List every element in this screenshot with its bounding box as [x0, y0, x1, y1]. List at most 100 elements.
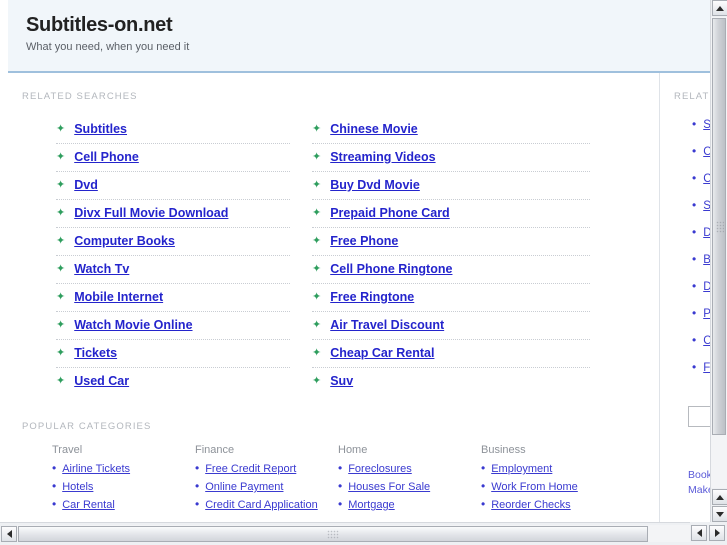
sidebar-item[interactable]: • Chinese Movie [692, 145, 710, 158]
related-search-link[interactable]: Mobile Internet [74, 290, 163, 304]
related-search-item[interactable]: ✦ Tickets [56, 340, 290, 368]
related-search-link[interactable]: Prepaid Phone Card [330, 206, 449, 220]
related-search-link[interactable]: Watch Movie Online [74, 318, 192, 332]
category-link[interactable]: Car Rental [62, 499, 115, 511]
sidebar-item[interactable]: • Buy Dvd Movie [692, 253, 710, 266]
category-link[interactable]: Houses For Sale [348, 481, 430, 493]
sidebar-link[interactable]: Chinese Movie [703, 146, 710, 158]
sidebar-item[interactable]: • Streaming Videos [692, 199, 710, 212]
category-item[interactable]: • Mortgage [338, 498, 481, 511]
related-search-link[interactable]: Air Travel Discount [330, 318, 444, 332]
sidebar-item[interactable]: • Divx Full Movie Download [692, 280, 710, 293]
related-search-item[interactable]: ✦ Prepaid Phone Card [312, 200, 590, 228]
related-search-item[interactable]: ✦ Free Ringtone [312, 284, 590, 312]
category-link[interactable]: Hotels [62, 481, 93, 493]
related-search-link[interactable]: Tickets [74, 346, 117, 360]
category-link[interactable]: Credit Card Application [205, 499, 318, 511]
category-link[interactable]: Airline Tickets [62, 463, 130, 475]
category-link[interactable]: Work From Home [491, 481, 578, 493]
horizontal-scrollbar-thumb[interactable] [18, 526, 648, 542]
category-item[interactable]: • Online Payment [195, 480, 338, 493]
related-search-link[interactable]: Cheap Car Rental [330, 346, 434, 360]
sidebar-link[interactable]: Subtitles [703, 119, 710, 131]
category-link[interactable]: Free Credit Report [205, 463, 296, 475]
sidebar-item[interactable]: • Subtitles [692, 118, 710, 131]
sidebar-item[interactable]: • Free Phone [692, 361, 710, 374]
related-search-item[interactable]: ✦ Chinese Movie [312, 116, 590, 144]
related-search-link[interactable]: Free Ringtone [330, 290, 414, 304]
category-item[interactable]: • Hotels [52, 480, 195, 493]
category-item[interactable]: • Credit Card Application [195, 498, 338, 511]
sidebar-link[interactable]: Cell Phone [703, 173, 710, 185]
scroll-down-button[interactable] [712, 506, 727, 522]
vertical-scrollbar-thumb[interactable] [712, 18, 726, 435]
sidebar-search-input[interactable] [688, 406, 710, 427]
category-item[interactable]: • Employment [481, 462, 624, 475]
bookmark-page-link[interactable]: Bookmark this page [688, 469, 710, 481]
arrow-bullet-icon: ✦ [56, 318, 66, 331]
related-search-link[interactable]: Streaming Videos [330, 150, 435, 164]
sidebar-item[interactable]: • Dvd [692, 226, 710, 239]
related-search-link[interactable]: Cell Phone Ringtone [330, 262, 452, 276]
make-homepage-link[interactable]: Make this my homepage [688, 484, 710, 496]
sidebar-item[interactable]: • Computer Books [692, 334, 710, 347]
category-item[interactable]: • Foreclosures [338, 462, 481, 475]
related-search-item[interactable]: ✦ Streaming Videos [312, 144, 590, 172]
category-link[interactable]: Online Payment [205, 481, 283, 493]
related-search-item[interactable]: ✦ Cheap Car Rental [312, 340, 590, 368]
related-search-link[interactable]: Chinese Movie [330, 122, 418, 136]
category-link[interactable]: Mortgage [348, 499, 394, 511]
related-search-item[interactable]: ✦ Mobile Internet [56, 284, 290, 312]
category-link[interactable]: Foreclosures [348, 463, 412, 475]
related-search-item[interactable]: ✦ Air Travel Discount [312, 312, 590, 340]
related-search-link[interactable]: Dvd [74, 178, 98, 192]
sidebar-item[interactable]: • Cell Phone [692, 172, 710, 185]
related-search-link[interactable]: Cell Phone [74, 150, 139, 164]
category-item[interactable]: • Car Rental [52, 498, 195, 511]
related-search-item[interactable]: ✦ Cell Phone [56, 144, 290, 172]
sidebar-link[interactable]: Divx Full Movie Download [703, 281, 710, 293]
related-search-item[interactable]: ✦ Subtitles [56, 116, 290, 144]
scroll-right-button[interactable] [709, 525, 725, 541]
sidebar-link[interactable]: Prepaid Phone Card [703, 308, 710, 320]
sidebar-link[interactable]: Free Phone [703, 362, 710, 374]
scroll-left-button-corner[interactable] [691, 525, 707, 541]
scroll-left-button[interactable] [1, 526, 17, 542]
sidebar-link[interactable]: Buy Dvd Movie [703, 254, 710, 266]
sidebar-item[interactable]: • Prepaid Phone Card [692, 307, 710, 320]
scroll-up-button[interactable] [712, 0, 727, 16]
related-search-item[interactable]: ✦ Used Car [56, 368, 290, 395]
scroll-up-button-bottom[interactable] [712, 489, 727, 505]
related-search-item[interactable]: ✦ Suv [312, 368, 590, 395]
category-link[interactable]: Reorder Checks [491, 499, 570, 511]
category-item[interactable]: • Reorder Checks [481, 498, 624, 511]
related-search-link[interactable]: Suv [330, 374, 353, 388]
related-search-item[interactable]: ✦ Watch Movie Online [56, 312, 290, 340]
vertical-scrollbar[interactable] [710, 0, 727, 522]
sidebar-link[interactable]: Streaming Videos [703, 200, 710, 212]
related-search-item[interactable]: ✦ Cell Phone Ringtone [312, 256, 590, 284]
sidebar-link[interactable]: Computer Books [703, 335, 710, 347]
related-search-item[interactable]: ✦ Buy Dvd Movie [312, 172, 590, 200]
horizontal-scrollbar[interactable] [0, 522, 710, 545]
category-link[interactable]: Employment [491, 463, 552, 475]
related-search-link[interactable]: Subtitles [74, 122, 127, 136]
related-search-item[interactable]: ✦ Free Phone [312, 228, 590, 256]
category-item[interactable]: • Houses For Sale [338, 480, 481, 493]
sidebar-link[interactable]: Dvd [703, 227, 710, 239]
related-search-item[interactable]: ✦ Computer Books [56, 228, 290, 256]
category-item[interactable]: • Free Credit Report [195, 462, 338, 475]
related-search-link[interactable]: Computer Books [74, 234, 175, 248]
related-search-link[interactable]: Watch Tv [74, 262, 129, 276]
related-search-item[interactable]: ✦ Watch Tv [56, 256, 290, 284]
category-item[interactable]: • Airline Tickets [52, 462, 195, 475]
category-item[interactable]: • Work From Home [481, 480, 624, 493]
related-search-item[interactable]: ✦ Dvd [56, 172, 290, 200]
arrow-bullet-icon: ✦ [312, 150, 322, 163]
related-search-link[interactable]: Free Phone [330, 234, 398, 248]
related-search-item[interactable]: ✦ Divx Full Movie Download [56, 200, 290, 228]
dot-bullet-icon: • [481, 497, 486, 511]
related-search-link[interactable]: Divx Full Movie Download [74, 206, 228, 220]
related-search-link[interactable]: Used Car [74, 374, 129, 388]
related-search-link[interactable]: Buy Dvd Movie [330, 178, 420, 192]
